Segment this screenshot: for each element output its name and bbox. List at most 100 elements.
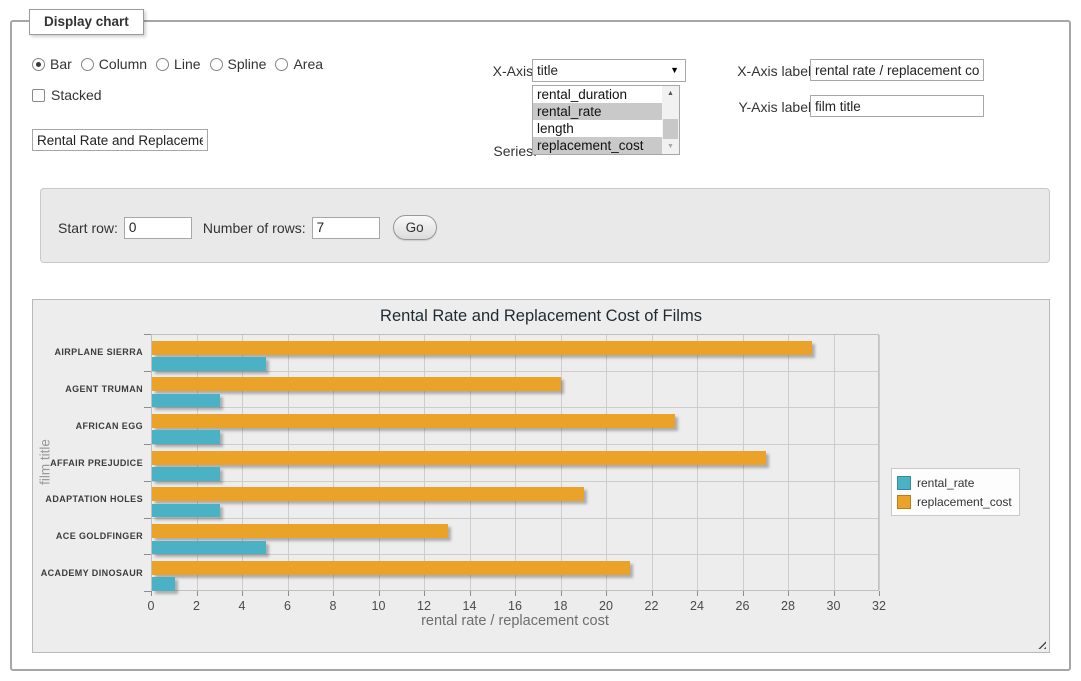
radio-icon[interactable] <box>210 58 223 71</box>
radio-icon[interactable] <box>156 58 169 71</box>
bar-replacement_cost-airplane-sierra <box>152 341 812 355</box>
y-tick-mark <box>144 481 151 482</box>
y-category-label: AFFAIR PREJUDICE <box>37 458 143 468</box>
y-tick-mark <box>144 591 151 592</box>
chart-type-label: Line <box>174 56 200 72</box>
bar-rental_rate-airplane-sierra <box>152 357 266 371</box>
resize-handle-icon[interactable] <box>1035 638 1046 649</box>
stacked-checkbox-row[interactable]: Stacked <box>32 87 102 103</box>
radio-icon[interactable] <box>32 58 45 71</box>
x-tick-label: 18 <box>544 599 578 613</box>
x-axis-select[interactable]: title ▼ <box>532 59 686 82</box>
scroll-thumb[interactable] <box>663 119 678 139</box>
y-tick-mark <box>144 554 151 555</box>
rows-panel: Start row: Number of rows: Go <box>40 188 1050 263</box>
x-tick-label: 32 <box>862 599 896 613</box>
x-axis-select-value: title <box>537 63 558 78</box>
chart-type-option-bar[interactable]: Bar <box>32 56 72 72</box>
bar-rental_rate-agent-truman <box>152 394 220 408</box>
legend-label: rental_rate <box>917 476 974 490</box>
radio-icon[interactable] <box>81 58 94 71</box>
y-axis-label-field-label: Y-Axis label: <box>710 99 815 115</box>
y-axis-label-input[interactable] <box>810 95 984 117</box>
x-tick-mark <box>424 591 425 596</box>
bar-rental_rate-african-egg <box>152 430 220 444</box>
gridline <box>879 335 880 590</box>
y-axis-title: film title <box>38 439 53 485</box>
scroll-up-icon[interactable]: ▲ <box>662 86 679 101</box>
legend-item: replacement_cost <box>897 492 1012 511</box>
num-rows-label: Number of rows: <box>203 220 306 236</box>
listbox-scrollbar[interactable]: ▲ ▼ <box>662 86 679 154</box>
display-chart-fieldset: Display chart BarColumnLineSplineArea St… <box>10 20 1071 671</box>
x-tick-label: 30 <box>817 599 851 613</box>
chart-type-option-area[interactable]: Area <box>275 56 323 72</box>
y-category-label: AIRPLANE SIERRA <box>37 347 143 357</box>
stacked-label: Stacked <box>51 87 102 103</box>
series-listbox[interactable]: rental_durationrental_ratelengthreplacem… <box>532 85 680 155</box>
gridline <box>788 335 789 590</box>
chart-type-option-spline[interactable]: Spline <box>210 56 267 72</box>
start-row-label: Start row: <box>58 220 118 236</box>
chart-type-option-column[interactable]: Column <box>81 56 147 72</box>
stacked-checkbox[interactable] <box>32 89 45 102</box>
y-category-label: ACE GOLDFINGER <box>37 531 143 541</box>
x-tick-label: 22 <box>635 599 669 613</box>
x-tick-mark <box>697 591 698 596</box>
scroll-down-icon[interactable]: ▼ <box>662 139 679 154</box>
x-tick-mark <box>515 591 516 596</box>
chart-panel: Rental Rate and Replacement Cost of Film… <box>32 299 1050 653</box>
bar-rental_rate-academy-dinosaur <box>152 577 175 591</box>
bar-replacement_cost-affair-prejudice <box>152 451 766 465</box>
series-listbox-items: rental_durationrental_ratelengthreplacem… <box>533 86 662 154</box>
bar-rental_rate-ace-goldfinger <box>152 541 266 555</box>
legend-item: rental_rate <box>897 473 1012 492</box>
gridline <box>152 481 878 482</box>
listbox-option-replacement_cost[interactable]: replacement_cost <box>533 137 662 154</box>
x-tick-mark <box>879 591 880 596</box>
x-axis-field-label: X-Axis: <box>437 63 537 79</box>
listbox-option-rental_duration[interactable]: rental_duration <box>533 86 662 103</box>
x-tick-mark <box>743 591 744 596</box>
x-tick-label: 28 <box>771 599 805 613</box>
y-category-label: AFRICAN EGG <box>37 421 143 431</box>
y-tick-mark <box>144 371 151 372</box>
x-tick-label: 14 <box>453 599 487 613</box>
chart-title-input[interactable] <box>32 129 208 151</box>
legend-swatch-rental_rate <box>897 476 911 490</box>
y-category-label: ADAPTATION HOLES <box>37 494 143 504</box>
num-rows-input[interactable] <box>312 217 380 239</box>
radio-icon[interactable] <box>275 58 288 71</box>
go-button[interactable]: Go <box>393 215 437 240</box>
x-tick-label: 26 <box>726 599 760 613</box>
x-tick-mark <box>151 591 152 596</box>
chart-type-radio-group: Bar Column Line Spline Area <box>32 56 323 72</box>
chevron-down-icon: ▼ <box>670 66 679 75</box>
chart-title: Rental Rate and Replacement Cost of Film… <box>33 307 1049 326</box>
chart-type-label: Bar <box>50 56 72 72</box>
start-row-input[interactable] <box>124 217 192 239</box>
x-tick-mark <box>652 591 653 596</box>
y-tick-mark <box>144 407 151 408</box>
chart-type-label: Spline <box>228 56 267 72</box>
fieldset-legend: Display chart <box>29 9 144 35</box>
listbox-option-length[interactable]: length <box>533 120 662 137</box>
bar-replacement_cost-academy-dinosaur <box>152 561 630 575</box>
x-tick-label: 10 <box>362 599 396 613</box>
x-tick-mark <box>288 591 289 596</box>
gridline <box>152 407 878 408</box>
bar-replacement_cost-agent-truman <box>152 377 561 391</box>
bar-rental_rate-affair-prejudice <box>152 467 220 481</box>
rows-controls: Start row: Number of rows: Go <box>58 215 437 240</box>
x-tick-mark <box>242 591 243 596</box>
listbox-option-rental_rate[interactable]: rental_rate <box>533 103 662 120</box>
x-axis-label-field-label: X-Axis label: <box>710 63 815 79</box>
x-tick-label: 24 <box>680 599 714 613</box>
bar-replacement_cost-ace-goldfinger <box>152 524 448 538</box>
x-tick-mark <box>561 591 562 596</box>
x-axis-label-input[interactable] <box>810 59 984 81</box>
x-tick-label: 20 <box>589 599 623 613</box>
chart-type-option-line[interactable]: Line <box>156 56 200 72</box>
gridline <box>834 335 835 590</box>
y-tick-mark <box>144 444 151 445</box>
